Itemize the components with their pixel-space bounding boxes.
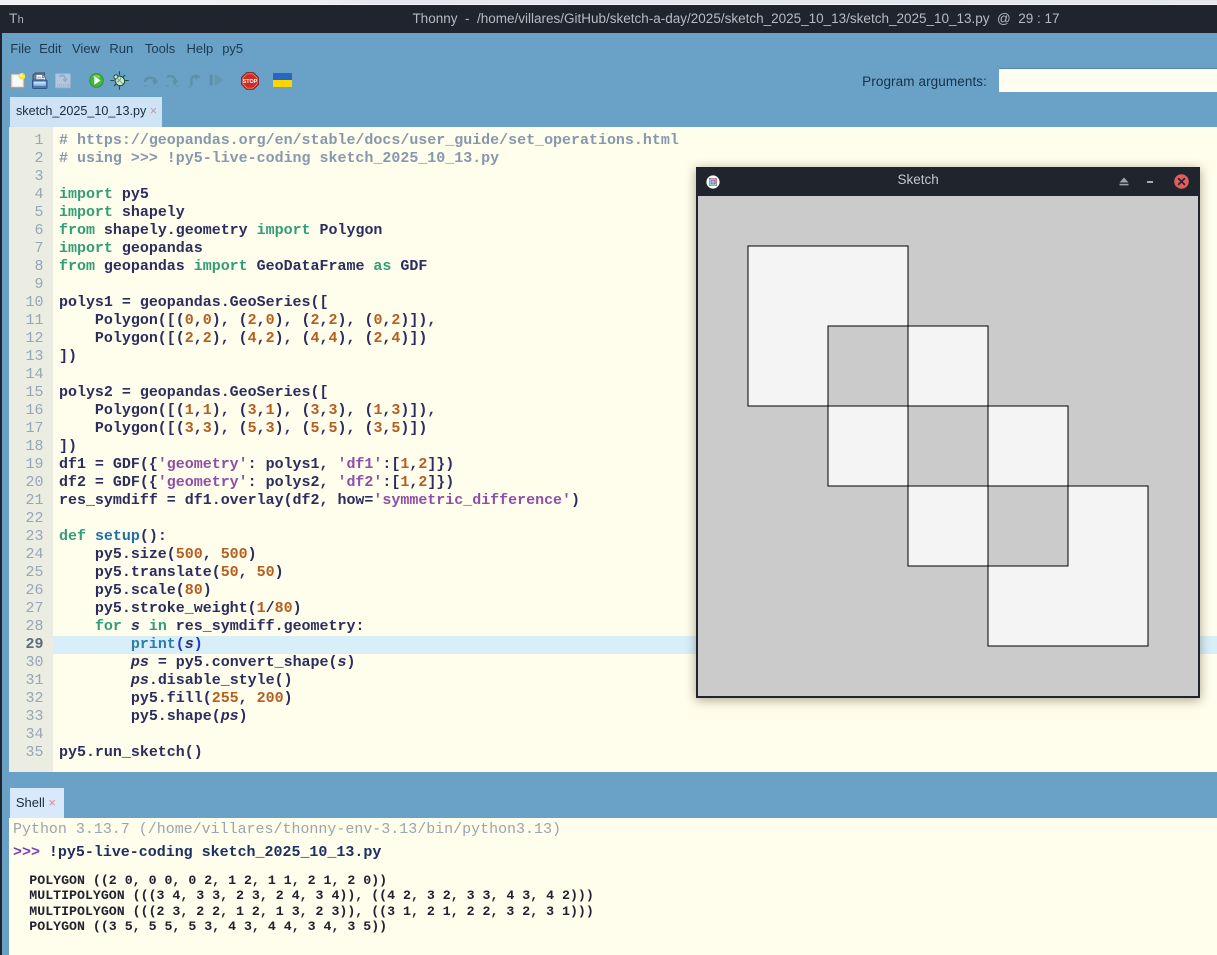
- svg-text:STOP: STOP: [242, 79, 257, 85]
